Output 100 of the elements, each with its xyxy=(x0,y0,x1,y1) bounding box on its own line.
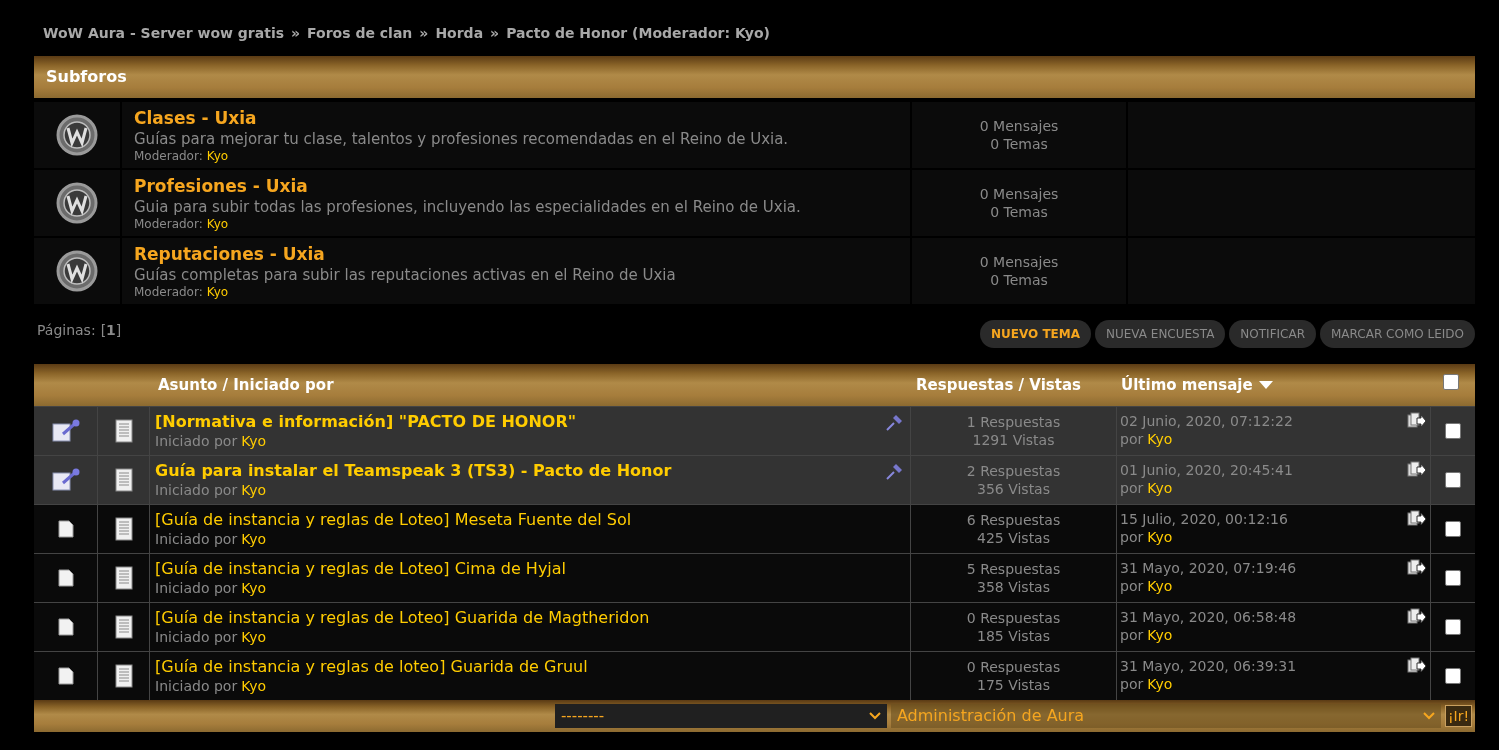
author-link[interactable]: Kyo xyxy=(241,677,267,695)
toolbar-button[interactable]: NUEVO TEMA xyxy=(979,320,1091,348)
checkbox[interactable] xyxy=(1445,570,1461,586)
document-icon xyxy=(114,468,133,492)
go-to-last-post-icon[interactable] xyxy=(1407,559,1427,577)
breadcrumb-separator: » xyxy=(490,23,500,43)
select-value: Administración de Aura xyxy=(896,705,1085,727)
author-link[interactable]: Kyo xyxy=(1147,626,1173,644)
breadcrumb-link[interactable]: Pacto de Honor (Moderador: Kyo) xyxy=(506,22,770,44)
author-link[interactable]: Kyo xyxy=(1147,577,1173,595)
author-link[interactable]: Kyo xyxy=(241,432,267,450)
moderator-label: Moderador: xyxy=(134,217,203,232)
reply-count: 6 Respuestas xyxy=(966,511,1061,529)
breadcrumb-link[interactable]: Horda xyxy=(435,22,484,44)
document-icon xyxy=(114,419,133,443)
started-by-label: Iniciado por xyxy=(155,677,238,695)
go-to-last-post-icon[interactable] xyxy=(1407,412,1427,430)
moderator-label: Moderador: xyxy=(134,285,203,300)
select-value: -------- xyxy=(560,705,605,727)
checkbox[interactable] xyxy=(1445,668,1461,684)
topic-link[interactable]: [Guía de instancia y reglas de Loteo] Cima de Hyjal xyxy=(155,559,567,579)
board-link[interactable]: Profesiones - Uxia xyxy=(134,175,308,197)
go-button[interactable]: ¡Ir! xyxy=(1444,705,1472,727)
document-icon xyxy=(114,615,133,639)
author-link[interactable]: Kyo xyxy=(241,530,267,548)
board-logo-icon xyxy=(56,182,98,224)
author-link[interactable]: Kyo xyxy=(241,628,267,646)
by-label: por xyxy=(1120,479,1144,497)
started-by-label: Iniciado por xyxy=(155,579,238,597)
moderator-link[interactable]: Kyo xyxy=(206,149,229,164)
by-label: por xyxy=(1120,528,1144,546)
view-count: 185 Vistas xyxy=(977,627,1050,645)
board-description: Guías completas para subir las reputaciones activas en el Reino de Uxia xyxy=(134,265,677,285)
moderator-label: Moderador: xyxy=(134,149,203,164)
post-count: 0 Mensajes xyxy=(979,253,1059,271)
page-number[interactable]: [1] xyxy=(100,320,122,341)
post-count: 0 Mensajes xyxy=(979,117,1059,135)
chevron-down-icon xyxy=(868,712,881,720)
view-count: 175 Vistas xyxy=(977,676,1050,694)
document-icon xyxy=(114,664,133,688)
go-to-last-post-icon[interactable] xyxy=(1407,510,1427,528)
view-count: 358 Vistas xyxy=(977,578,1050,596)
author-link[interactable]: Kyo xyxy=(1147,528,1173,546)
author-link[interactable]: Kyo xyxy=(1147,675,1173,693)
breadcrumb-link[interactable]: Foros de clan xyxy=(307,22,413,44)
reply-count: 2 Respuestas xyxy=(966,462,1061,480)
breadcrumb-separator: » xyxy=(419,23,429,43)
go-to-last-post-icon[interactable] xyxy=(1407,608,1427,626)
last-post-date: 01 Junio, 2020, 20:45:41 xyxy=(1120,461,1293,479)
chevron-down-icon xyxy=(1422,712,1435,720)
post-count: 0 Mensajes xyxy=(979,185,1059,203)
by-label: por xyxy=(1120,577,1144,595)
topic-count: 0 Temas xyxy=(990,271,1048,289)
pages-label: Páginas: xyxy=(37,321,96,340)
toolbar-button[interactable]: NUEVA ENCUESTA xyxy=(1095,320,1226,348)
started-by-label: Iniciado por xyxy=(155,481,238,499)
by-label: por xyxy=(1120,626,1144,644)
board-description: Guías para mejorar tu clase, talentos y profesiones recomendadas en el Reino de Uxia. xyxy=(134,129,790,149)
author-link[interactable]: Kyo xyxy=(1147,430,1173,448)
started-by-label: Iniciado por xyxy=(155,628,238,646)
topic-link[interactable]: [Guía de instancia y reglas de Loteo] Guarida de Magtheridon xyxy=(155,608,650,628)
board-logo-icon xyxy=(56,114,98,156)
board-link[interactable]: Clases - Uxia xyxy=(134,107,257,129)
document-icon xyxy=(114,517,133,541)
checkbox[interactable] xyxy=(1442,374,1459,390)
reply-count: 0 Respuestas xyxy=(966,609,1061,627)
started-by-label: Iniciado por xyxy=(155,432,238,450)
board-logo-icon xyxy=(56,250,98,292)
select-field[interactable]: -------- xyxy=(554,704,887,728)
checkbox[interactable] xyxy=(1445,423,1461,439)
board-link[interactable]: Reputaciones - Uxia xyxy=(134,243,325,265)
author-link[interactable]: Kyo xyxy=(1147,479,1173,497)
topic-link[interactable]: [Guía de instancia y reglas de Loteo] Meseta Fuente del Sol xyxy=(155,510,632,530)
checkbox[interactable] xyxy=(1445,619,1461,635)
reply-count: 5 Respuestas xyxy=(966,560,1061,578)
go-to-last-post-icon[interactable] xyxy=(1407,657,1427,675)
checkbox[interactable] xyxy=(1445,472,1461,488)
reply-count: 1 Respuestas xyxy=(966,413,1061,431)
last-post-date: 15 Julio, 2020, 00:12:16 xyxy=(1120,510,1288,528)
breadcrumb-separator: » xyxy=(291,23,301,43)
topic-link[interactable]: [Guía de instancia y reglas de loteo] Guarida de Gruul xyxy=(155,657,588,677)
moderator-link[interactable]: Kyo xyxy=(206,285,229,300)
go-to-last-post-icon[interactable] xyxy=(1407,461,1427,479)
last-post-date: 31 Mayo, 2020, 06:39:31 xyxy=(1120,657,1297,675)
topic-count: 0 Temas xyxy=(990,203,1048,221)
started-by-label: Iniciado por xyxy=(155,530,238,548)
breadcrumb-link[interactable]: WoW Aura - Server wow gratis xyxy=(43,22,285,44)
moderator-link[interactable]: Kyo xyxy=(206,217,229,232)
author-link[interactable]: Kyo xyxy=(241,481,267,499)
author-link[interactable]: Kyo xyxy=(241,579,267,597)
last-post-date: 31 Mayo, 2020, 07:19:46 xyxy=(1120,559,1297,577)
by-label: por xyxy=(1120,430,1144,448)
toolbar-button[interactable]: NOTIFICAR xyxy=(1229,320,1316,348)
topic-count: 0 Temas xyxy=(990,135,1048,153)
by-label: por xyxy=(1120,675,1144,693)
topic-link[interactable]: [Normativa e información] "PACTO DE HONOR" xyxy=(155,412,577,432)
toolbar-button[interactable]: MARCAR COMO LEIDO xyxy=(1320,320,1475,348)
checkbox[interactable] xyxy=(1445,521,1461,537)
view-count: 1291 Vistas xyxy=(972,431,1055,449)
topic-link[interactable]: Guía para instalar el Teamspeak 3 (TS3) - Pacto de Honor xyxy=(155,461,672,481)
